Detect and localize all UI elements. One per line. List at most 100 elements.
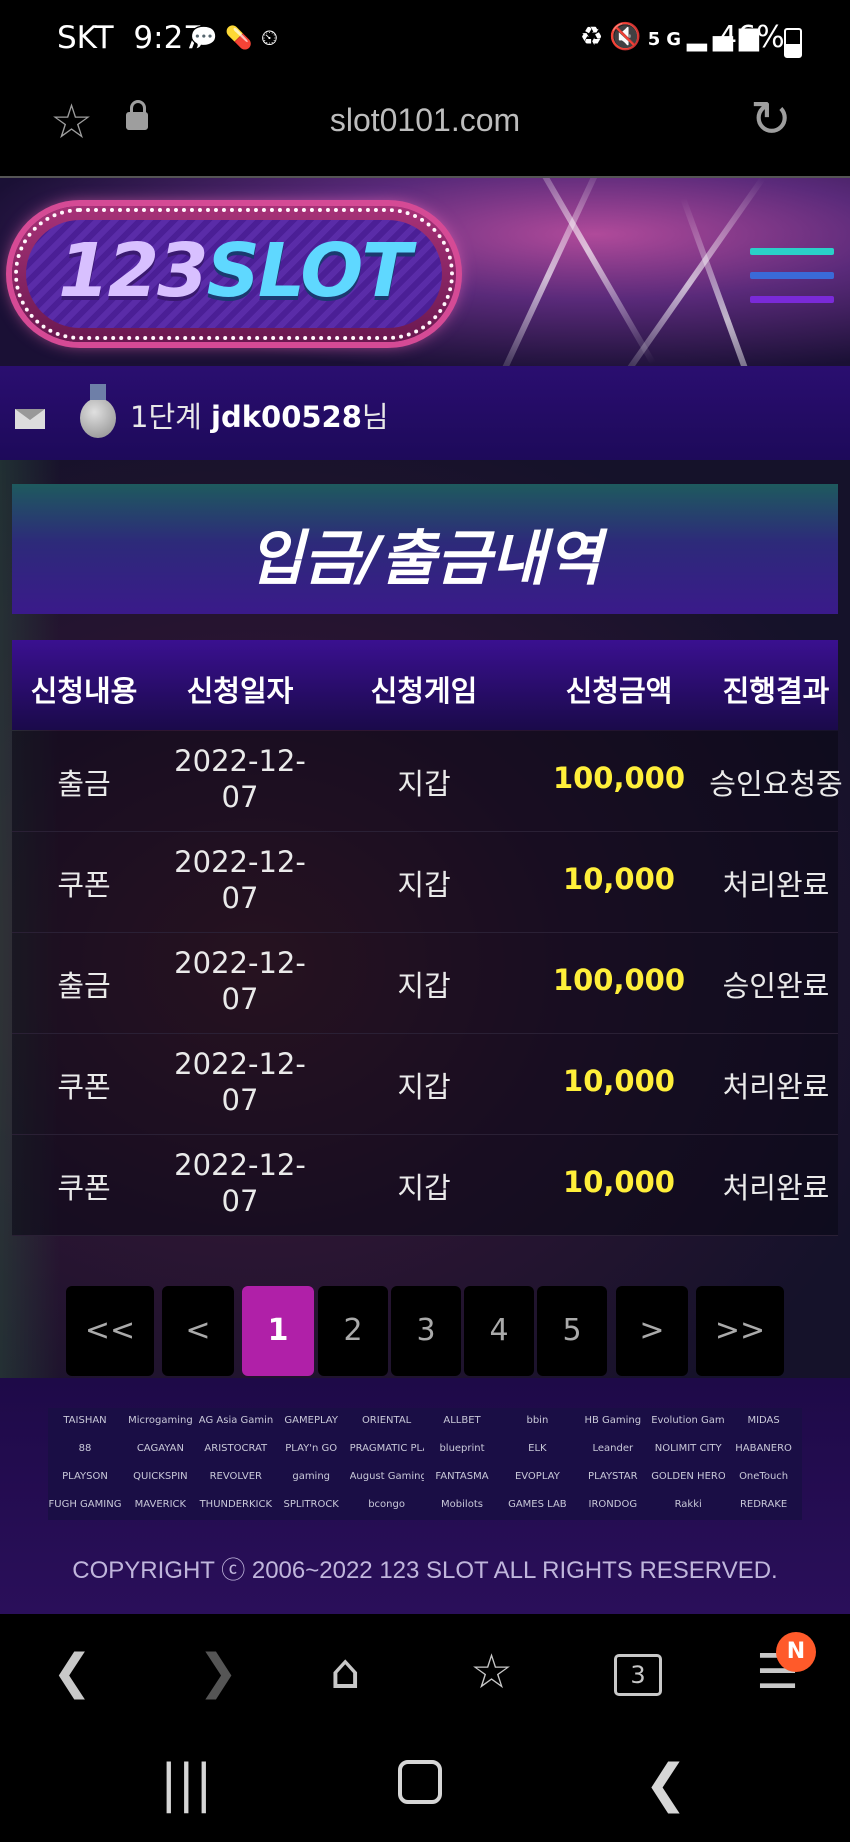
cell-result: 승인완료 xyxy=(722,969,830,1003)
forward-icon[interactable]: ❯ xyxy=(198,1644,238,1700)
partner-logo: HABANERO xyxy=(735,1443,792,1454)
partner-logo: MIDAS xyxy=(747,1415,780,1426)
col-header-result: 진행결과 xyxy=(722,674,830,708)
system-nav-bar: ||| ❮ xyxy=(0,1730,850,1842)
timer-icon: ⏲ xyxy=(260,26,286,51)
partner-logo: GAMES LAB xyxy=(508,1499,567,1510)
bookmarks-icon[interactable]: ☆ xyxy=(470,1644,513,1700)
cell-date: 2022-12- 07 xyxy=(174,845,306,915)
partner-logo: IRONDOG xyxy=(588,1499,638,1510)
partner-logo: THUNDERKICK xyxy=(199,1499,273,1510)
partner-logo: ARISTOCRAT xyxy=(204,1443,268,1454)
page-2-button[interactable]: 2 xyxy=(318,1286,388,1376)
back-icon[interactable]: ❮ xyxy=(52,1644,92,1700)
partner-logo: Mobilots xyxy=(441,1499,483,1510)
cell-game: 지갑 xyxy=(397,969,451,1003)
home-nav-icon[interactable] xyxy=(398,1760,442,1804)
status-bar: SKT 9:27 💬💊⏲ ♻🔇5G▂▄▆ 46% xyxy=(0,0,850,82)
cell-amount: 100,000 xyxy=(552,761,686,795)
col-header-amount: 신청금액 xyxy=(565,674,673,708)
page-3-button[interactable]: 3 xyxy=(391,1286,461,1376)
partner-logo: Microgaming xyxy=(128,1415,193,1426)
user-suffix: 님 xyxy=(361,400,389,434)
partner-logo: TAISHAN xyxy=(63,1415,107,1426)
logo-word: SLOT xyxy=(206,228,412,314)
5g-icon: 5G xyxy=(647,29,687,50)
page-last-button[interactable]: >> xyxy=(696,1286,784,1376)
user-info-bar: 1단계 jdk00528님 xyxy=(0,366,850,460)
page-first-button[interactable]: << xyxy=(66,1286,154,1376)
partner-logo: ELK xyxy=(528,1443,547,1454)
partner-logo: OneTouch xyxy=(739,1471,789,1482)
partner-logo: Leander xyxy=(592,1443,634,1454)
cell-amount: 10,000 xyxy=(563,1064,675,1098)
partner-logo: ALLBET xyxy=(443,1415,481,1426)
user-level: 1단계 xyxy=(130,400,202,434)
tabs-icon[interactable]: 3 xyxy=(614,1654,662,1696)
partner-logo: GOLDEN HERO xyxy=(651,1471,726,1482)
page-4-button[interactable]: 4 xyxy=(464,1286,534,1376)
partner-logo: ORIENTAL xyxy=(361,1415,412,1426)
hamburger-menu-icon[interactable] xyxy=(750,248,834,308)
cell-date: 2022-12- 07 xyxy=(174,1148,306,1218)
browser-url-bar: ☆ slot0101.com ↻ xyxy=(0,82,850,178)
copyright-text: COPYRIGHT ⓒ 2006~2022 123 SLOT ALL RIGHT… xyxy=(72,1557,778,1584)
cell-type: 쿠폰 xyxy=(57,1070,111,1104)
status-notification-icons: 💬💊⏲ xyxy=(190,26,286,51)
page-1-button[interactable]: 1 xyxy=(242,1286,314,1376)
page-title-box: 입금/출금내역 xyxy=(12,484,838,614)
partner-logo: QUICKSPIN xyxy=(133,1471,188,1482)
browser-toolbar: ❮ ❯ ⌂ ☆ 3 ☰ xyxy=(0,1614,850,1730)
partner-logo: Rakki xyxy=(674,1499,702,1510)
cell-result: 처리완료 xyxy=(722,1171,830,1205)
level-medal-icon xyxy=(80,384,116,438)
home-icon[interactable]: ⌂ xyxy=(330,1644,360,1700)
partner-logo: NOLIMIT CITY xyxy=(654,1443,722,1454)
status-carrier-time: SKT 9:27 xyxy=(57,20,203,56)
partner-logo: SPLITROCK xyxy=(283,1499,339,1510)
recent-apps-icon[interactable]: ||| xyxy=(160,1754,213,1814)
table-row: 쿠폰 2022-12- 07 지갑 10,000 처리완료 xyxy=(12,1034,838,1135)
username: jdk00528 xyxy=(211,400,362,434)
page-title: 입금/출금내역 xyxy=(248,524,602,594)
cell-game: 지갑 xyxy=(397,868,451,902)
partner-logo: CAGAYAN xyxy=(136,1443,184,1454)
page-5-button[interactable]: 5 xyxy=(537,1286,607,1376)
cell-game: 지갑 xyxy=(397,767,451,801)
page-next-button[interactable]: > xyxy=(616,1286,688,1376)
partner-logos: TAISHAN Microgaming AG Asia Gaming GAMEPLAY… xyxy=(48,1408,802,1520)
reload-icon[interactable]: ↻ xyxy=(750,90,792,148)
page-prev-button[interactable]: < xyxy=(162,1286,234,1376)
menu-badge: N xyxy=(776,1632,816,1672)
logo-number: 123 xyxy=(58,228,208,314)
recycle-battery-icon: ♻ xyxy=(580,22,610,52)
mail-icon[interactable] xyxy=(15,409,45,429)
table-header: 신청내용 신청일자 신청게임 신청금액 진행결과 xyxy=(12,640,838,730)
cell-amount: 10,000 xyxy=(563,1165,675,1199)
cell-date: 2022-12- 07 xyxy=(174,1047,306,1117)
battery-icon xyxy=(784,28,802,58)
cell-type: 쿠폰 xyxy=(57,1171,111,1205)
partner-logo: August Gaming xyxy=(349,1471,424,1482)
site-logo[interactable]: 123SLOT xyxy=(12,206,456,342)
cell-result: 처리완료 xyxy=(722,868,830,902)
partner-logo: blueprint xyxy=(439,1443,485,1454)
cell-date: 2022-12- 07 xyxy=(174,946,306,1016)
partner-logo: PLAYSTAR xyxy=(588,1471,638,1482)
partner-logo: REVOLVER xyxy=(209,1471,262,1482)
back-nav-icon[interactable]: ❮ xyxy=(644,1754,688,1814)
partner-logo: PRAGMATIC PLAY xyxy=(349,1443,424,1454)
partner-logo: GAMEPLAY xyxy=(284,1415,338,1426)
table-row: 출금 2022-12- 07 지갑 100,000 승인완료 xyxy=(12,933,838,1034)
cell-game: 지갑 xyxy=(397,1171,451,1205)
partner-logo: HB Gaming xyxy=(584,1415,642,1426)
partner-logo: gaming xyxy=(292,1471,331,1482)
partner-logo: FUGH GAMING xyxy=(48,1499,122,1510)
site-footer: TAISHAN Microgaming AG Asia Gaming GAMEPLAY… xyxy=(0,1378,850,1614)
cell-amount: 10,000 xyxy=(563,862,675,896)
site-header: 123SLOT xyxy=(0,178,850,366)
partner-logo: bbin xyxy=(526,1415,549,1426)
partner-logo: PLAY'n GO xyxy=(285,1443,338,1454)
table-row: 쿠폰 2022-12- 07 지갑 10,000 처리완료 xyxy=(12,832,838,933)
carrier-label: SKT xyxy=(57,20,114,56)
